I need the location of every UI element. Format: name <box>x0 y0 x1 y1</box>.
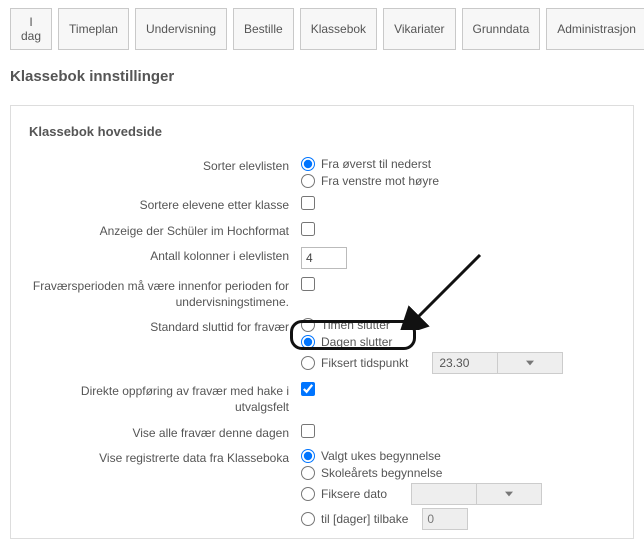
radio-sort-left-right[interactable] <box>301 174 315 188</box>
tab-timeplan[interactable]: Timeplan <box>58 8 129 50</box>
input-columns[interactable] <box>301 247 347 269</box>
label-show-registered: Vise registrerte data fra Klasseboka <box>29 449 301 467</box>
input-days-back[interactable] <box>422 508 468 530</box>
main-tabs: I dag Timeplan Undervisning Bestille Kla… <box>10 8 634 50</box>
chevron-down-icon <box>497 353 562 373</box>
checkbox-absence-period[interactable] <box>301 277 315 291</box>
option-end-day: Dagen slutter <box>321 335 392 349</box>
settings-panel: Klassebok hovedside Sorter elevlisten Fr… <box>10 105 634 539</box>
option-reg-days-back: til [dager] tilbake <box>321 512 408 526</box>
radio-end-day[interactable] <box>301 335 315 349</box>
section-header: Klassebok hovedside <box>29 124 615 139</box>
tab-administrasjon[interactable]: Administrasjon <box>546 8 644 50</box>
radio-sort-top-bottom[interactable] <box>301 157 315 171</box>
chevron-down-icon <box>476 484 541 504</box>
option-reg-fixed-date: Fiksere dato <box>321 487 387 501</box>
select-fixed-time-value: 23.30 <box>433 356 497 370</box>
radio-reg-fixed-date[interactable] <box>301 487 315 501</box>
radio-end-lesson[interactable] <box>301 318 315 332</box>
tab-vikariater[interactable]: Vikariater <box>383 8 455 50</box>
checkbox-direct-entry[interactable] <box>301 382 315 396</box>
label-direct-entry: Direkte oppføring av fravær med hake i u… <box>29 382 301 415</box>
tab-bestille[interactable]: Bestille <box>233 8 294 50</box>
option-end-lesson: Timen slutter <box>321 318 390 332</box>
checkbox-sort-by-class[interactable] <box>301 196 315 210</box>
label-sort-list: Sorter elevlisten <box>29 157 301 175</box>
option-sort-top-bottom: Fra øverst til nederst <box>321 157 431 171</box>
tab-grunndata[interactable]: Grunndata <box>462 8 541 50</box>
radio-end-fixed[interactable] <box>301 356 315 370</box>
option-sort-left-right: Fra venstre mot høyre <box>321 174 439 188</box>
radio-reg-year-start[interactable] <box>301 466 315 480</box>
label-hochformat: Anzeige der Schüler im Hochformat <box>29 222 301 240</box>
checkbox-hochformat[interactable] <box>301 222 315 236</box>
select-fixed-date[interactable] <box>411 483 542 505</box>
option-end-fixed: Fiksert tidspunkt <box>321 356 408 370</box>
checkbox-show-all[interactable] <box>301 424 315 438</box>
tab-idag[interactable]: I dag <box>10 8 52 50</box>
page-title: Klassebok innstillinger <box>10 68 634 85</box>
label-default-end: Standard sluttid for fravær <box>29 318 301 336</box>
radio-reg-days-back[interactable] <box>301 512 315 526</box>
option-reg-week-start: Valgt ukes begynnelse <box>321 449 441 463</box>
label-sort-by-class: Sortere elevene etter klasse <box>29 196 301 214</box>
select-fixed-time[interactable]: 23.30 <box>432 352 563 374</box>
option-reg-year-start: Skoleårets begynnelse <box>321 466 442 480</box>
label-show-all: Vise alle fravær denne dagen <box>29 424 301 442</box>
radio-reg-week-start[interactable] <box>301 449 315 463</box>
label-columns: Antall kolonner i elevlisten <box>29 247 301 265</box>
label-absence-period: Fraværsperioden må være innenfor periode… <box>29 277 301 310</box>
tab-klassebok[interactable]: Klassebok <box>300 8 377 50</box>
tab-undervisning[interactable]: Undervisning <box>135 8 227 50</box>
